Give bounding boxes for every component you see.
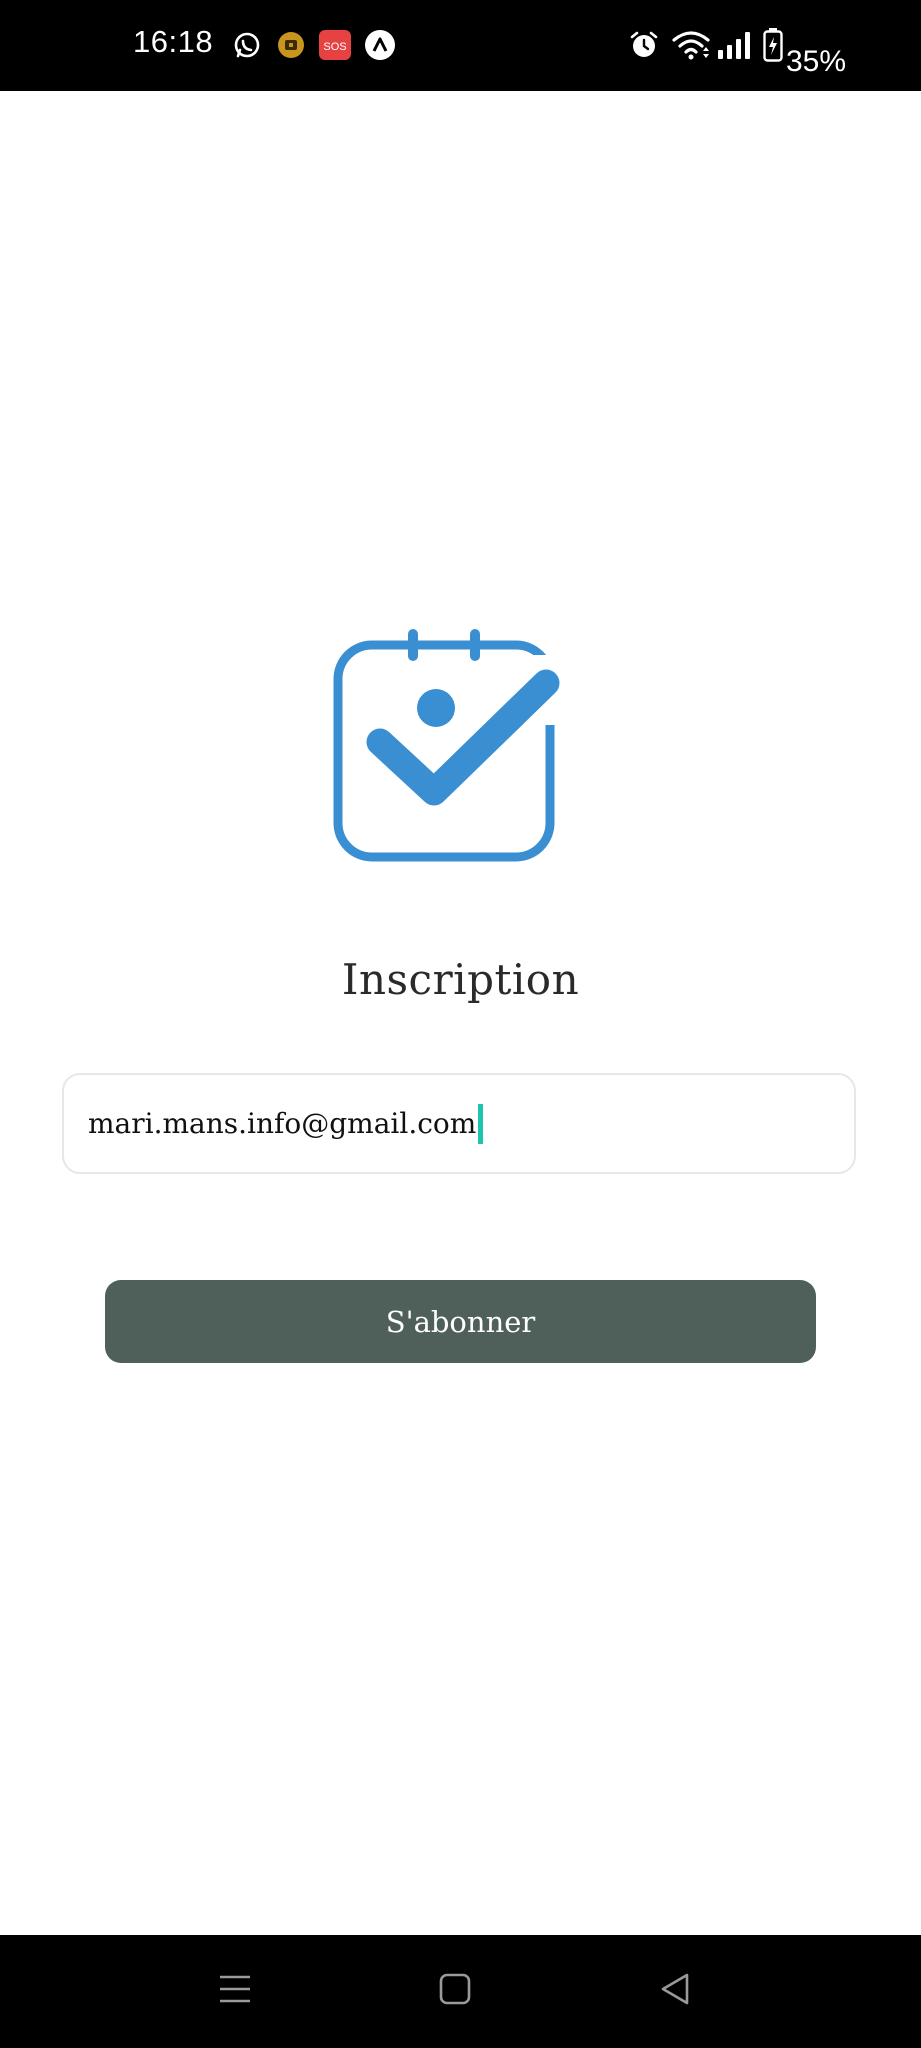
email-field[interactable]: mari.mans.info@gmail.com: [62, 1073, 856, 1174]
app-a-icon: [365, 30, 395, 64]
home-icon[interactable]: [439, 1973, 471, 2009]
battery-percent: 35%: [786, 45, 847, 78]
email-value: mari.mans.info@gmail.com: [88, 1107, 477, 1140]
signal-icon: [717, 30, 755, 64]
recent-apps-icon[interactable]: [218, 1974, 252, 2008]
back-icon[interactable]: [659, 1972, 691, 2010]
navigation-bar: [0, 1935, 921, 2048]
calendar-check-icon: [330, 625, 560, 865]
text-cursor: [478, 1103, 484, 1144]
whatsapp-icon: [233, 31, 261, 63]
sos-icon: SOS: [319, 30, 351, 64]
page-title: Inscription: [341, 955, 580, 1004]
sos-label: SOS: [323, 41, 346, 53]
wifi-icon: [671, 30, 711, 64]
alarm-icon: [629, 30, 659, 64]
subscribe-button[interactable]: S'abonner: [105, 1280, 816, 1363]
lock-app-icon: [277, 31, 305, 63]
battery-charging-icon: [763, 28, 783, 66]
status-time: 16:18: [133, 24, 214, 59]
status-bar: 16:18 SOS 35%: [0, 0, 921, 91]
